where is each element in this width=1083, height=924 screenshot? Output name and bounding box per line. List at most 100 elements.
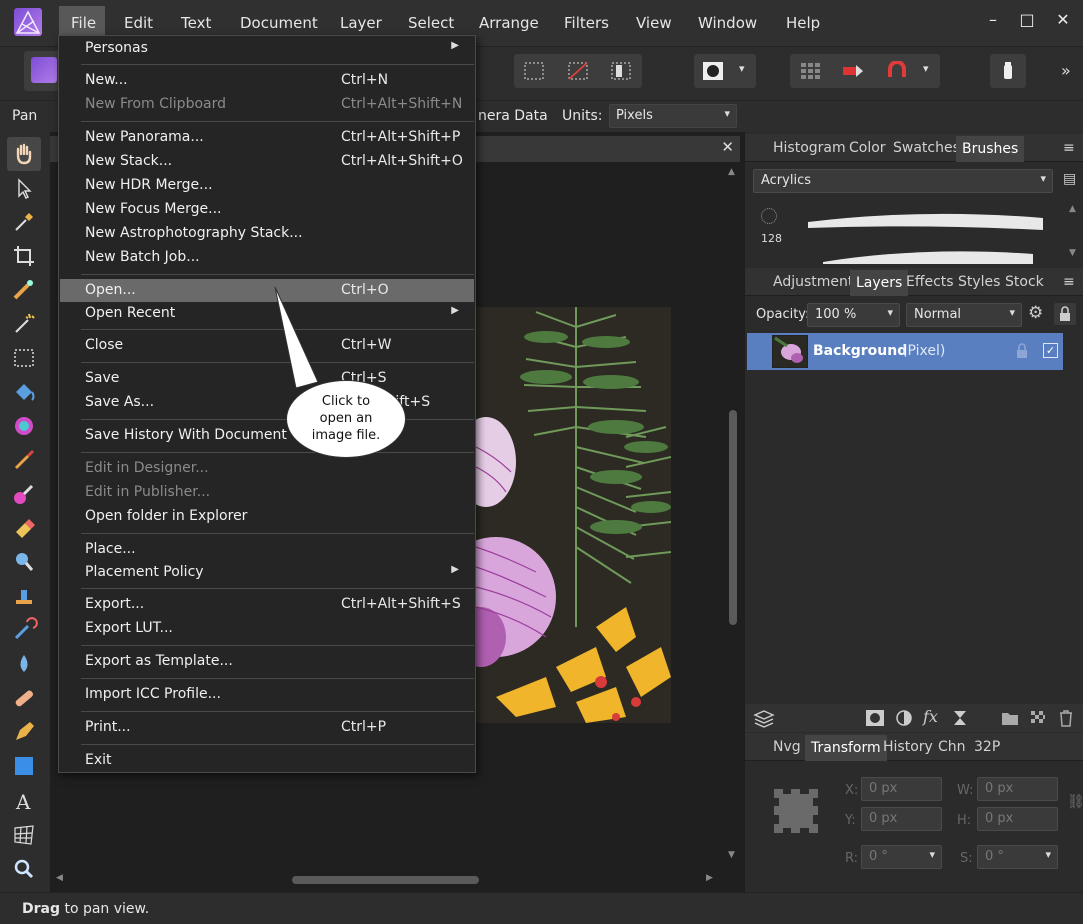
menu-window[interactable]: Window	[698, 14, 757, 32]
link-dimensions-icon[interactable]: ⛓	[1067, 794, 1083, 810]
tab-transform[interactable]: Transform	[805, 735, 887, 761]
color-picker-tool-icon[interactable]	[10, 208, 38, 236]
more-toolbar-icon[interactable]: »	[1061, 61, 1071, 80]
live-filter-icon[interactable]	[951, 709, 969, 727]
tab-swatches[interactable]: Swatches	[893, 140, 960, 156]
grid-icon[interactable]	[799, 61, 821, 81]
menu-item-export[interactable]: Export... Ctrl+Alt+Shift+S	[60, 593, 474, 616]
mask-layer-icon[interactable]	[865, 709, 885, 727]
text-tool-icon[interactable]: A	[10, 787, 38, 815]
panel-menu-icon[interactable]: ≡	[1063, 140, 1075, 156]
menu-item-new-astrophotography-stack[interactable]: New Astrophotography Stack...	[60, 222, 474, 245]
menu-help[interactable]: Help	[786, 14, 820, 32]
tab-navigator[interactable]: Nvg	[773, 739, 801, 755]
tab-styles[interactable]: Styles	[958, 274, 1000, 290]
document-image[interactable]	[476, 307, 671, 723]
gradient-tool-icon[interactable]	[10, 412, 38, 440]
zoom-tool-icon[interactable]	[10, 855, 38, 883]
menu-item-open[interactable]: Open... Ctrl+O	[60, 279, 474, 302]
invert-selection-icon[interactable]	[610, 61, 632, 81]
marquee-tool-icon[interactable]	[10, 344, 38, 372]
units-dropdown[interactable]: Pixels	[609, 104, 737, 128]
menu-item-export-lut[interactable]: Export LUT...	[60, 617, 474, 640]
menu-arrange[interactable]: Arrange	[479, 14, 539, 32]
menu-item-new-stack[interactable]: New Stack... Ctrl+Alt+Shift+O	[60, 150, 474, 173]
layer-name[interactable]: Background	[813, 343, 907, 359]
menu-item-open-recent[interactable]: Open Recent ▶	[60, 302, 474, 325]
add-pixel-layer-icon[interactable]	[1029, 709, 1047, 727]
vertical-scrollbar[interactable]: ▲ ▼	[726, 165, 740, 865]
tab-color[interactable]: Color	[849, 140, 886, 156]
brush-scroll-up-icon[interactable]: ▲	[1069, 204, 1076, 214]
tab-history[interactable]: History	[883, 739, 933, 755]
layers-panel-menu-icon[interactable]: ≡	[1063, 274, 1075, 290]
erase-tool-icon[interactable]	[10, 514, 38, 542]
flood-fill-tool-icon[interactable]	[10, 378, 38, 406]
menu-layer[interactable]: Layer	[340, 14, 382, 32]
tab-histogram[interactable]: Histogram	[773, 140, 846, 156]
flood-select-tool-icon[interactable]	[10, 310, 38, 338]
menu-item-new[interactable]: New... Ctrl+N	[60, 69, 474, 92]
adjustment-layer-icon[interactable]	[895, 709, 913, 727]
quick-mask-button[interactable]: ▾	[694, 54, 756, 88]
group-folder-icon[interactable]	[1001, 709, 1019, 727]
crop-tool-icon[interactable]	[10, 242, 38, 270]
menu-item-import-icc-profile[interactable]: Import ICC Profile...	[60, 683, 474, 706]
tab-layers[interactable]: Layers	[850, 270, 909, 296]
anchor-point-selector-icon[interactable]	[773, 788, 819, 834]
tab-brushes[interactable]: Brushes	[956, 136, 1025, 162]
snapping-magnet-icon[interactable]	[886, 61, 908, 81]
snapping-dropdown-icon[interactable]: ▾	[923, 62, 929, 75]
healing-brush-tool-icon[interactable]	[10, 684, 38, 712]
quick-mask-dropdown-icon[interactable]: ▾	[739, 62, 745, 75]
assistant-button[interactable]	[990, 54, 1026, 88]
menu-item-new-batch-job[interactable]: New Batch Job...	[60, 246, 474, 269]
menu-item-exit[interactable]: Exit	[60, 749, 474, 772]
scroll-right-arrow-icon[interactable]: ▶	[706, 873, 713, 883]
menu-select[interactable]: Select	[408, 14, 454, 32]
brush-category-dropdown[interactable]: Acrylics	[753, 169, 1053, 193]
menu-item-place[interactable]: Place...	[60, 538, 474, 561]
menu-item-print[interactable]: Print... Ctrl+P	[60, 716, 474, 739]
color-replacement-tool-icon[interactable]	[10, 480, 38, 508]
clone-tool-icon[interactable]	[10, 582, 38, 610]
menu-item-placement-policy[interactable]: Placement Policy ▶	[60, 561, 474, 584]
fx-icon[interactable]: fx	[923, 707, 938, 726]
move-tool-icon[interactable]	[10, 175, 38, 203]
tab-adjustment[interactable]: Adjustment	[773, 274, 853, 290]
w-field[interactable]: 0 px	[977, 777, 1058, 801]
close-window-button[interactable]: ✕	[1053, 10, 1073, 30]
horizontal-scrollbar[interactable]: ◀ ▶	[52, 872, 722, 886]
menu-item-new-focus-merge[interactable]: New Focus Merge...	[60, 198, 474, 221]
menu-file[interactable]: File	[71, 14, 96, 32]
rotation-dropdown[interactable]: 0 °	[861, 845, 942, 869]
close-document-icon[interactable]: ✕	[721, 138, 734, 156]
menu-item-close[interactable]: Close Ctrl+W	[60, 334, 474, 357]
menu-edit[interactable]: Edit	[124, 14, 153, 32]
menu-text[interactable]: Text	[181, 14, 211, 32]
opacity-dropdown[interactable]: 100 %	[807, 303, 900, 327]
menu-item-open-folder-in-explorer[interactable]: Open folder in Explorer	[60, 505, 474, 528]
deselect-icon[interactable]	[567, 61, 589, 81]
menu-item-new-panorama[interactable]: New Panorama... Ctrl+Alt+Shift+P	[60, 126, 474, 149]
x-field[interactable]: 0 px	[861, 777, 942, 801]
shear-dropdown[interactable]: 0 °	[977, 845, 1058, 869]
blend-mode-dropdown[interactable]: Normal	[906, 303, 1022, 327]
menu-filters[interactable]: Filters	[564, 14, 609, 32]
horizontal-scroll-thumb[interactable]	[292, 876, 479, 884]
mesh-warp-tool-icon[interactable]	[10, 821, 38, 849]
rectangle-tool-icon[interactable]	[10, 752, 38, 780]
delete-layer-icon[interactable]	[1057, 709, 1075, 727]
paint-brush-tool-icon[interactable]	[10, 446, 38, 474]
tab-effects[interactable]: Effects	[906, 274, 954, 290]
tab-channels[interactable]: Chn	[938, 739, 966, 755]
force-pixel-align-icon[interactable]	[842, 61, 864, 81]
h-field[interactable]: 0 px	[977, 807, 1058, 831]
layers-stack-icon[interactable]	[753, 708, 775, 728]
menu-view[interactable]: View	[636, 14, 672, 32]
undo-brush-tool-icon[interactable]	[10, 616, 38, 644]
pan-tool-icon[interactable]	[10, 140, 38, 168]
layer-visibility-checkbox[interactable]: ✓	[1043, 343, 1058, 358]
affinity-photo-logo-icon[interactable]	[14, 8, 42, 36]
minimize-button[interactable]: –	[983, 10, 1003, 30]
